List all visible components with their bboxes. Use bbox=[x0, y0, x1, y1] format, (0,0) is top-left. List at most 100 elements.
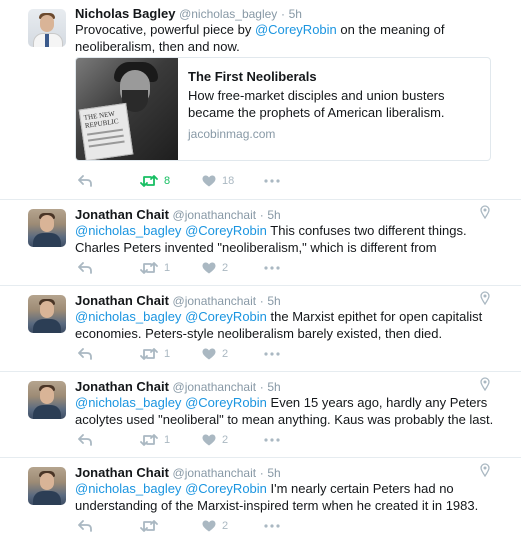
author-handle[interactable]: @jonathanchait bbox=[173, 466, 257, 480]
author-handle[interactable]: @nicholas_bagley bbox=[179, 7, 277, 21]
retweet-button[interactable]: 1 bbox=[140, 262, 202, 274]
retweet-count: 1 bbox=[164, 434, 171, 446]
tweet-text: @nicholas_bagley @CoreyRobin I'm nearly … bbox=[75, 481, 479, 513]
tweet-text: Provocative, powerful piece by @CoreyRob… bbox=[75, 22, 445, 54]
retweet-count: 1 bbox=[164, 348, 171, 360]
more-icon bbox=[264, 352, 280, 356]
magazine-title: THE NEW REPUBLIC bbox=[83, 109, 120, 130]
retweet-button[interactable]: 1 bbox=[140, 348, 202, 360]
like-count: 2 bbox=[222, 348, 229, 360]
tweet-text: @nicholas_bagley @CoreyRobin This confus… bbox=[75, 223, 467, 255]
location-pin-icon[interactable] bbox=[480, 291, 490, 305]
avatar[interactable] bbox=[28, 9, 66, 47]
retweet-count: 1 bbox=[164, 262, 171, 274]
mention-link[interactable]: @nicholas_bagley bbox=[75, 223, 181, 238]
separator-dot: · bbox=[259, 294, 264, 308]
retweet-count: 8 bbox=[164, 175, 171, 187]
like-button[interactable]: 2 bbox=[202, 262, 264, 274]
location-pin-icon[interactable] bbox=[480, 463, 490, 477]
like-icon bbox=[202, 175, 216, 187]
author-name[interactable]: Nicholas Bagley bbox=[75, 6, 175, 21]
like-button[interactable]: 2 bbox=[202, 520, 264, 532]
reply-icon bbox=[78, 175, 92, 187]
timestamp[interactable]: 5h bbox=[267, 380, 280, 394]
retweet-icon bbox=[140, 348, 158, 360]
reply-button[interactable] bbox=[78, 262, 140, 274]
tweet[interactable]: Jonathan Chait @jonathanchait · 5h @nich… bbox=[0, 372, 521, 457]
tweet[interactable]: Nicholas Bagley @nicholas_bagley · 5h Pr… bbox=[0, 0, 521, 200]
reply-icon bbox=[78, 434, 92, 446]
like-count: 18 bbox=[222, 175, 235, 187]
author-name[interactable]: Jonathan Chait bbox=[75, 379, 169, 394]
card-description: How free-market disciples and union bust… bbox=[188, 88, 445, 120]
mention-link[interactable]: @CoreyRobin bbox=[255, 22, 337, 37]
tweet[interactable]: Jonathan Chait @jonathanchait · 5h @nich… bbox=[0, 200, 521, 285]
reply-button[interactable] bbox=[78, 520, 140, 532]
retweet-icon bbox=[140, 262, 158, 274]
timestamp[interactable]: 5h bbox=[289, 7, 302, 21]
reply-icon bbox=[78, 520, 92, 532]
tweet-text: @nicholas_bagley @CoreyRobin the Marxist… bbox=[75, 309, 483, 341]
timestamp[interactable]: 5h bbox=[267, 466, 280, 480]
like-icon bbox=[202, 262, 216, 274]
location-pin-icon[interactable] bbox=[480, 377, 490, 391]
link-card[interactable]: THE NEW REPUBLIC The First Neoliberals H… bbox=[75, 57, 491, 161]
tweet[interactable]: Jonathan Chait @jonathanchait · 5h @nich… bbox=[0, 458, 521, 540]
like-count: 2 bbox=[222, 262, 229, 274]
author-name[interactable]: Jonathan Chait bbox=[75, 293, 169, 308]
mention-link[interactable]: @CoreyRobin bbox=[185, 309, 267, 324]
location-pin-icon[interactable] bbox=[480, 205, 490, 219]
author-handle[interactable]: @jonathanchait bbox=[173, 380, 257, 394]
card-title[interactable]: The First Neoliberals bbox=[188, 68, 483, 85]
author-handle[interactable]: @jonathanchait bbox=[173, 294, 257, 308]
like-button[interactable]: 18 bbox=[202, 175, 264, 187]
separator-dot: · bbox=[259, 466, 264, 480]
author-handle[interactable]: @jonathanchait bbox=[173, 208, 257, 222]
more-button[interactable] bbox=[264, 266, 280, 270]
reply-button[interactable] bbox=[78, 348, 140, 360]
avatar[interactable] bbox=[28, 467, 66, 505]
retweet-icon bbox=[140, 434, 158, 446]
more-icon bbox=[264, 438, 280, 442]
tweet[interactable]: Jonathan Chait @jonathanchait · 5h @nich… bbox=[0, 286, 521, 371]
avatar[interactable] bbox=[28, 295, 66, 333]
author-name[interactable]: Jonathan Chait bbox=[75, 465, 169, 480]
separator-dot: · bbox=[259, 380, 264, 394]
tweet-text: @nicholas_bagley @CoreyRobin Even 15 yea… bbox=[75, 395, 494, 427]
retweet-button[interactable] bbox=[140, 520, 202, 532]
more-icon bbox=[264, 524, 280, 528]
reply-button[interactable] bbox=[78, 175, 140, 187]
more-button[interactable] bbox=[264, 524, 280, 528]
avatar[interactable] bbox=[28, 209, 66, 247]
like-icon bbox=[202, 520, 216, 532]
separator-dot: · bbox=[259, 208, 264, 222]
like-button[interactable]: 2 bbox=[202, 348, 264, 360]
more-button[interactable] bbox=[264, 438, 280, 442]
more-button[interactable] bbox=[264, 179, 280, 183]
like-button[interactable]: 2 bbox=[202, 434, 264, 446]
reply-icon bbox=[78, 262, 92, 274]
card-domain[interactable]: jacobinmag.com bbox=[188, 127, 483, 141]
mention-link[interactable]: @CoreyRobin bbox=[185, 481, 267, 496]
mention-link[interactable]: @nicholas_bagley bbox=[75, 309, 181, 324]
mention-link[interactable]: @CoreyRobin bbox=[185, 395, 267, 410]
separator-dot: · bbox=[280, 7, 285, 21]
like-count: 2 bbox=[222, 434, 229, 446]
mention-link[interactable]: @nicholas_bagley bbox=[75, 395, 181, 410]
mention-link[interactable]: @nicholas_bagley bbox=[75, 481, 181, 496]
like-count: 2 bbox=[222, 520, 229, 532]
author-name[interactable]: Jonathan Chait bbox=[75, 207, 169, 222]
timestamp[interactable]: 5h bbox=[267, 294, 280, 308]
timestamp[interactable]: 5h bbox=[267, 208, 280, 222]
avatar[interactable] bbox=[28, 381, 66, 419]
card-image: THE NEW REPUBLIC bbox=[76, 58, 178, 160]
retweet-button[interactable]: 1 bbox=[140, 434, 202, 446]
mention-link[interactable]: @CoreyRobin bbox=[185, 223, 267, 238]
retweet-button[interactable]: 8 bbox=[140, 175, 202, 187]
reply-button[interactable] bbox=[78, 434, 140, 446]
retweet-icon bbox=[140, 520, 158, 532]
more-button[interactable] bbox=[264, 352, 280, 356]
like-icon bbox=[202, 348, 216, 360]
like-icon bbox=[202, 434, 216, 446]
more-icon bbox=[264, 179, 280, 183]
